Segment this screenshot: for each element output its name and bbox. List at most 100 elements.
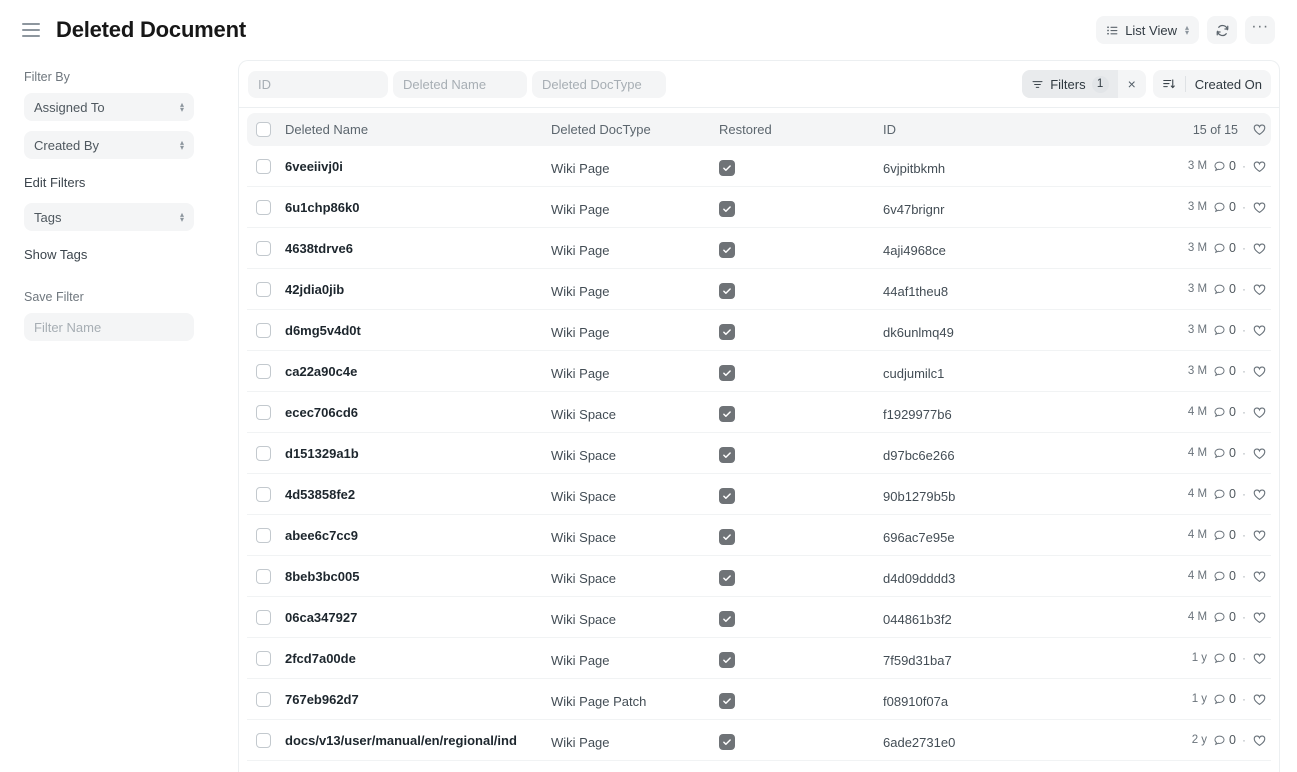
like-icon[interactable] [1252,528,1267,543]
comment-count[interactable]: 0 [1213,569,1236,583]
filter-name-input[interactable] [24,313,194,341]
table-row[interactable]: 6veeiivj0iWiki Page6vjpitbkmh3 M0· [247,146,1271,187]
restored-checkbox-checked[interactable] [719,242,735,258]
restored-checkbox-checked[interactable] [719,652,735,668]
restored-checkbox-checked[interactable] [719,160,735,176]
cell-deleted-name[interactable]: ecec706cd6 [279,405,551,420]
sort-field-button[interactable]: Created On [1186,70,1271,98]
column-header-id[interactable]: ID [883,122,1145,137]
column-header-deleted-name[interactable]: Deleted Name [279,122,551,137]
restored-checkbox-checked[interactable] [719,488,735,504]
like-icon[interactable] [1252,446,1267,461]
row-select-checkbox[interactable] [256,528,271,543]
row-select-checkbox[interactable] [256,282,271,297]
row-select-checkbox[interactable] [256,446,271,461]
assigned-to-select[interactable]: Assigned To ▴▾ [24,93,194,121]
created-by-select[interactable]: Created By ▴▾ [24,131,194,159]
table-row[interactable]: d6mg5v4d0tWiki Pagedk6unlmq493 M0· [247,310,1271,351]
like-icon[interactable] [1252,323,1267,338]
like-icon[interactable] [1252,364,1267,379]
cell-deleted-name[interactable]: 6veeiivj0i [279,159,551,174]
row-select-checkbox[interactable] [256,651,271,666]
comment-count[interactable]: 0 [1213,241,1236,255]
restored-checkbox-checked[interactable] [719,447,735,463]
cell-deleted-name[interactable]: docs/v13/user/manual/en/regional/ind [279,733,551,748]
row-select-checkbox[interactable] [256,323,271,338]
column-header-deleted-doctype[interactable]: Deleted DocType [551,122,719,137]
cell-deleted-name[interactable]: 4d53858fe2 [279,487,551,502]
row-select-checkbox[interactable] [256,364,271,379]
cell-deleted-name[interactable]: 767eb962d7 [279,692,551,707]
table-row[interactable]: 4d53858fe2Wiki Space90b1279b5b4 M0· [247,474,1271,515]
like-icon[interactable] [1252,200,1267,215]
comment-count[interactable]: 0 [1213,651,1236,665]
cell-deleted-name[interactable]: 4638tdrve6 [279,241,551,256]
cell-deleted-name[interactable]: 06ca347927 [279,610,551,625]
like-icon[interactable] [1252,733,1267,748]
edit-filters-link[interactable]: Edit Filters [24,175,85,190]
table-row[interactable]: 4638tdrve6Wiki Page4aji4968ce3 M0· [247,228,1271,269]
like-icon[interactable] [1252,282,1267,297]
deleted-name-filter-input[interactable] [393,71,527,98]
row-select-checkbox[interactable] [256,405,271,420]
cell-deleted-name[interactable]: 42jdia0jib [279,282,551,297]
cell-deleted-name[interactable]: 6u1chp86k0 [279,200,551,215]
like-icon[interactable] [1252,651,1267,666]
column-header-restored[interactable]: Restored [719,122,883,137]
row-select-checkbox[interactable] [256,487,271,502]
like-filter-icon[interactable] [1252,122,1267,137]
restored-checkbox-checked[interactable] [719,324,735,340]
table-row[interactable]: abee6c7cc9Wiki Space696ac7e95e4 M0· [247,515,1271,556]
row-select-checkbox[interactable] [256,200,271,215]
cell-deleted-name[interactable]: d151329a1b [279,446,551,461]
row-select-checkbox[interactable] [256,159,271,174]
cell-deleted-name[interactable]: 2fcd7a00de [279,651,551,666]
table-row[interactable]: 767eb962d7Wiki Page Patchf08910f07a1 y0· [247,679,1271,720]
table-row[interactable]: 6u1chp86k0Wiki Page6v47brignr3 M0· [247,187,1271,228]
comment-count[interactable]: 0 [1213,692,1236,706]
restored-checkbox-checked[interactable] [719,570,735,586]
refresh-button[interactable] [1207,16,1237,44]
table-row[interactable]: ecec706cd6Wiki Spacef1929977b64 M0· [247,392,1271,433]
row-select-checkbox[interactable] [256,241,271,256]
cell-deleted-name[interactable]: 8beb3bc005 [279,569,551,584]
cell-deleted-name[interactable]: ca22a90c4e [279,364,551,379]
table-row[interactable]: 06ca347927Wiki Space044861b3f24 M0· [247,597,1271,638]
row-select-checkbox[interactable] [256,569,271,584]
like-icon[interactable] [1252,692,1267,707]
table-row[interactable]: ca22a90c4eWiki Pagecudjumilc13 M0· [247,351,1271,392]
row-select-checkbox[interactable] [256,610,271,625]
restored-checkbox-checked[interactable] [719,283,735,299]
id-filter-input[interactable] [248,71,388,98]
sort-direction-button[interactable] [1153,70,1185,98]
table-row[interactable]: 8beb3bc005Wiki Spaced4d09dddd34 M0· [247,556,1271,597]
cell-deleted-name[interactable]: d6mg5v4d0t [279,323,551,338]
comment-count[interactable]: 0 [1213,446,1236,460]
comment-count[interactable]: 0 [1213,610,1236,624]
comment-count[interactable]: 0 [1213,528,1236,542]
table-row[interactable]: docs/v13/user/manual/en/regional/indWiki… [247,720,1271,761]
like-icon[interactable] [1252,405,1267,420]
like-icon[interactable] [1252,569,1267,584]
filters-button[interactable]: Filters 1 [1022,70,1117,98]
restored-checkbox-checked[interactable] [719,734,735,750]
restored-checkbox-checked[interactable] [719,529,735,545]
like-icon[interactable] [1252,241,1267,256]
like-icon[interactable] [1252,487,1267,502]
restored-checkbox-checked[interactable] [719,201,735,217]
more-options-button[interactable]: ··· [1245,16,1275,44]
tags-select[interactable]: Tags ▴▾ [24,203,194,231]
cell-deleted-name[interactable]: abee6c7cc9 [279,528,551,543]
like-icon[interactable] [1252,159,1267,174]
clear-filters-button[interactable]: × [1118,76,1146,92]
list-view-button[interactable]: List View ▴▾ [1096,16,1199,44]
like-icon[interactable] [1252,610,1267,625]
table-row[interactable]: d151329a1bWiki Spaced97bc6e2664 M0· [247,433,1271,474]
comment-count[interactable]: 0 [1213,323,1236,337]
show-tags-link[interactable]: Show Tags [24,247,87,262]
comment-count[interactable]: 0 [1213,282,1236,296]
table-row[interactable]: 42jdia0jibWiki Page44af1theu83 M0· [247,269,1271,310]
comment-count[interactable]: 0 [1213,364,1236,378]
row-select-checkbox[interactable] [256,692,271,707]
deleted-doctype-filter-input[interactable] [532,71,666,98]
